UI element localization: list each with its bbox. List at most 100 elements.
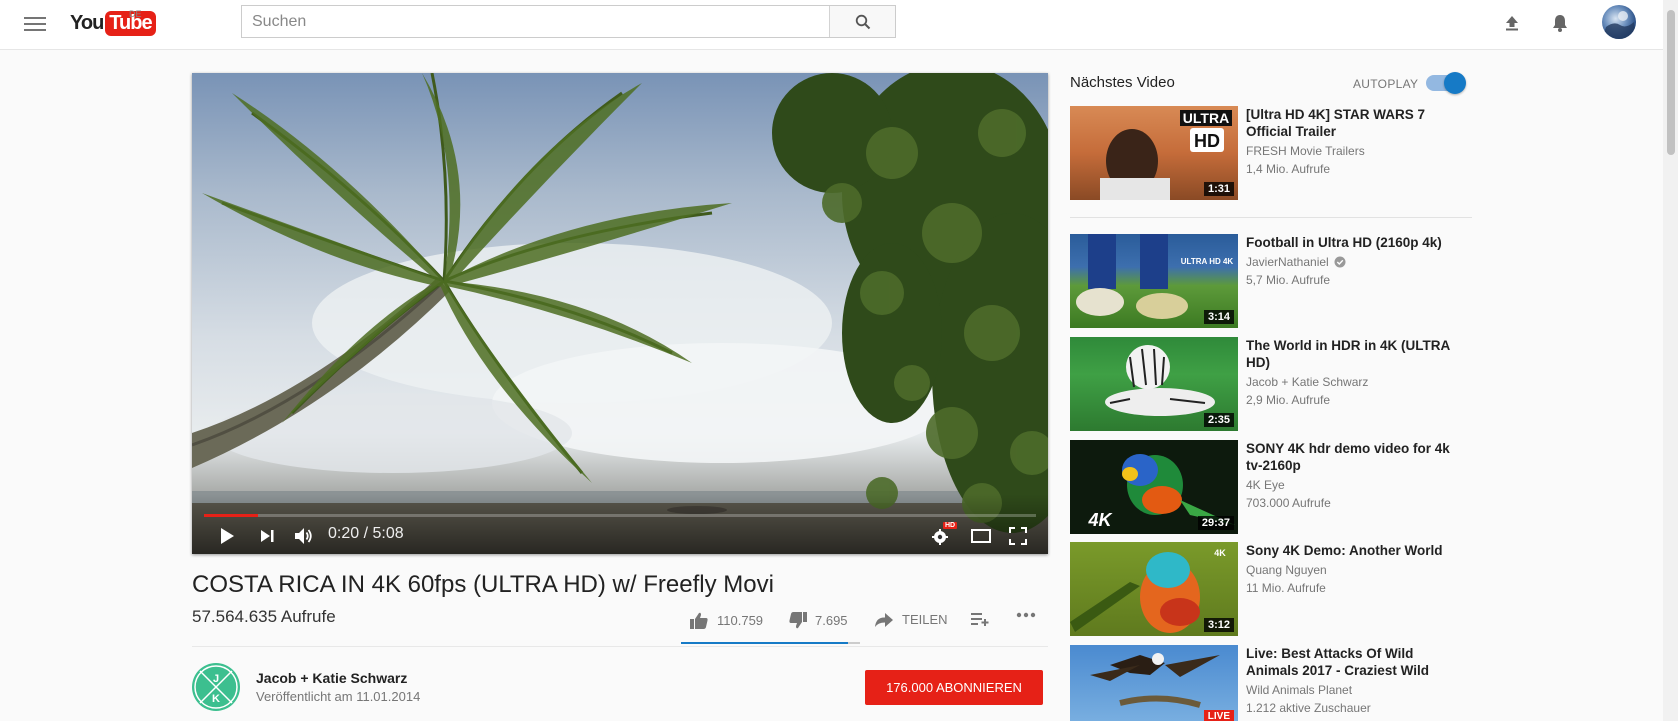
related-video-views: 11 Mio. Aufrufe — [1246, 581, 1326, 595]
live-badge: LIVE — [1203, 710, 1234, 721]
view-count: 57.564.635 Aufrufe — [192, 607, 336, 626]
dislike-button[interactable]: 7.695 — [789, 612, 848, 629]
toggle-knob — [1444, 72, 1466, 94]
video-thumbnail[interactable]: 4K 3:12 — [1070, 542, 1238, 636]
autoplay-label: AUTOPLAY — [1353, 77, 1419, 91]
video-title: COSTA RICA IN 4K 60fps (ULTRA HD) w/ Fre… — [192, 571, 774, 598]
related-video-channel: 4K Eye — [1246, 478, 1285, 492]
related-video-channel: FRESH Movie Trailers — [1246, 144, 1365, 158]
like-button[interactable]: 110.759 — [690, 612, 763, 629]
avatar-letter-j: J — [213, 673, 219, 685]
controls-overlay — [192, 494, 1048, 554]
dislike-count: 7.695 — [815, 613, 848, 628]
related-video-title[interactable]: The World in HDR in 4K (ULTRA HD) — [1246, 337, 1466, 371]
scrollbar-thumb[interactable] — [1667, 10, 1675, 155]
like-count: 110.759 — [717, 613, 764, 628]
user-avatar[interactable] — [1602, 5, 1636, 39]
like-ratio-fill — [681, 642, 849, 644]
related-video-channel: Jacob + Katie Schwarz — [1246, 375, 1369, 389]
theater-mode-icon[interactable] — [969, 525, 993, 547]
add-to-playlist-icon — [971, 613, 989, 626]
thumbs-down-icon — [789, 612, 807, 629]
related-video-title[interactable]: Football in Ultra HD (2160p 4k) — [1246, 234, 1466, 251]
4k-badge: 4K — [1087, 510, 1113, 530]
page-scrollbar[interactable] — [1663, 0, 1678, 721]
verified-icon — [1334, 256, 1346, 268]
video-thumbnail[interactable]: 4K 29:37 — [1070, 440, 1238, 534]
related-video[interactable]: LIVE Live: Best Attacks Of Wild Animals … — [1070, 645, 1472, 721]
masthead: You Tube DE — [0, 0, 1663, 50]
like-dislike-bar — [681, 642, 860, 644]
upload-icon[interactable] — [1499, 10, 1525, 36]
related-video[interactable]: 2:35 The World in HDR in 4K (ULTRA HD) J… — [1070, 337, 1472, 431]
subscribe-button[interactable]: 176.000 ABONNIEREN — [865, 670, 1043, 705]
avatar-letter-k: K — [212, 693, 220, 705]
youtube-logo[interactable]: You Tube — [70, 10, 156, 36]
time-display: 0:20 / 5:08 — [328, 525, 404, 543]
video-duration: 3:12 — [1203, 618, 1234, 632]
time-total: 5:08 — [372, 525, 404, 542]
video-duration: 2:35 — [1203, 413, 1234, 427]
hd-badge: HD — [943, 522, 958, 529]
progress-played — [204, 514, 259, 517]
fullscreen-icon[interactable] — [1006, 524, 1030, 548]
next-icon[interactable] — [256, 525, 278, 547]
play-icon[interactable] — [216, 525, 238, 547]
video-duration: 29:37 — [1197, 516, 1234, 530]
up-next-heading: Nächstes Video — [1070, 74, 1175, 91]
related-video[interactable]: 4K 29:37 SONY 4K hdr demo video for 4k t… — [1070, 440, 1472, 534]
logo-text: You — [70, 11, 104, 34]
video-frame — [192, 73, 1048, 554]
video-thumbnail[interactable]: LIVE — [1070, 645, 1238, 721]
video-thumbnail[interactable]: ULTRA HD 1:31 — [1070, 106, 1238, 200]
progress-bar[interactable] — [204, 514, 1036, 517]
channel-name[interactable]: Jacob + Katie Schwarz — [256, 670, 407, 686]
more-icon — [1016, 612, 1036, 618]
video-thumbnail[interactable]: ULTRA HD 4K 3:14 — [1070, 234, 1238, 328]
autoplay-toggle[interactable] — [1426, 72, 1466, 94]
related-video-channel: Quang Nguyen — [1246, 563, 1327, 577]
bell-icon[interactable] — [1547, 10, 1573, 36]
search-input[interactable] — [242, 6, 829, 37]
related-video[interactable]: ULTRA HD 1:31 [Ultra HD 4K] STAR WARS 7 … — [1070, 106, 1472, 200]
related-video-channel: Wild Animals Planet — [1246, 683, 1353, 697]
related-video-title[interactable]: SONY 4K hdr demo video for 4k tv-2160p — [1246, 440, 1466, 474]
video-thumbnail[interactable]: 2:35 — [1070, 337, 1238, 431]
share-icon — [875, 612, 893, 627]
related-video-views: 2,9 Mio. Aufrufe — [1246, 393, 1331, 407]
volume-icon[interactable] — [292, 524, 316, 548]
add-to-playlist-button[interactable] — [971, 612, 989, 626]
related-video[interactable]: ULTRA HD 4K 3:14 Football in Ultra HD (2… — [1070, 234, 1472, 328]
channel-name-text: JavierNathaniel — [1246, 255, 1329, 269]
ultra-hd-badge: ULTRA — [1183, 110, 1229, 126]
video-duration: 3:14 — [1203, 310, 1234, 324]
ultra-hd-4k-badge: ULTRA HD 4K — [1181, 257, 1234, 266]
related-video-views: 1,4 Mio. Aufrufe — [1246, 162, 1331, 176]
video-player[interactable] — [192, 73, 1048, 554]
time-current: 0:20 — [328, 525, 360, 542]
divider — [192, 646, 1048, 647]
channel-avatar[interactable]: J K — [192, 663, 240, 711]
related-video-title[interactable]: [Ultra HD 4K] STAR WARS 7 Official Trail… — [1246, 106, 1466, 140]
related-video-views: 1.212 aktive Zuschauer — [1246, 701, 1371, 715]
share-button[interactable]: TEILEN — [875, 612, 948, 627]
related-video-views: 5,7 Mio. Aufrufe — [1246, 273, 1331, 287]
hd-thumb-badge: HD — [1194, 131, 1220, 151]
4k-badge: 4K — [1214, 548, 1226, 558]
search-button[interactable] — [829, 6, 895, 37]
related-video[interactable]: 4K 3:12 Sony 4K Demo: Another World Quan… — [1070, 542, 1472, 636]
thumbs-up-icon — [690, 612, 708, 629]
related-video-views: 703.000 Aufrufe — [1246, 496, 1331, 510]
search-icon — [855, 14, 870, 29]
sidebar-divider — [1070, 217, 1472, 218]
share-label: TEILEN — [902, 612, 948, 627]
logo-country-code: DE — [129, 9, 142, 19]
related-video-title[interactable]: Live: Best Attacks Of Wild Animals 2017 … — [1246, 645, 1466, 679]
search-box — [241, 5, 896, 38]
related-video-channel: JavierNathaniel — [1246, 255, 1346, 269]
menu-icon[interactable] — [24, 13, 46, 35]
video-duration: 1:31 — [1203, 182, 1234, 196]
related-video-title[interactable]: Sony 4K Demo: Another World — [1246, 542, 1466, 559]
publish-date: Veröffentlicht am 11.01.2014 — [256, 689, 421, 704]
more-actions-button[interactable] — [1016, 612, 1036, 618]
